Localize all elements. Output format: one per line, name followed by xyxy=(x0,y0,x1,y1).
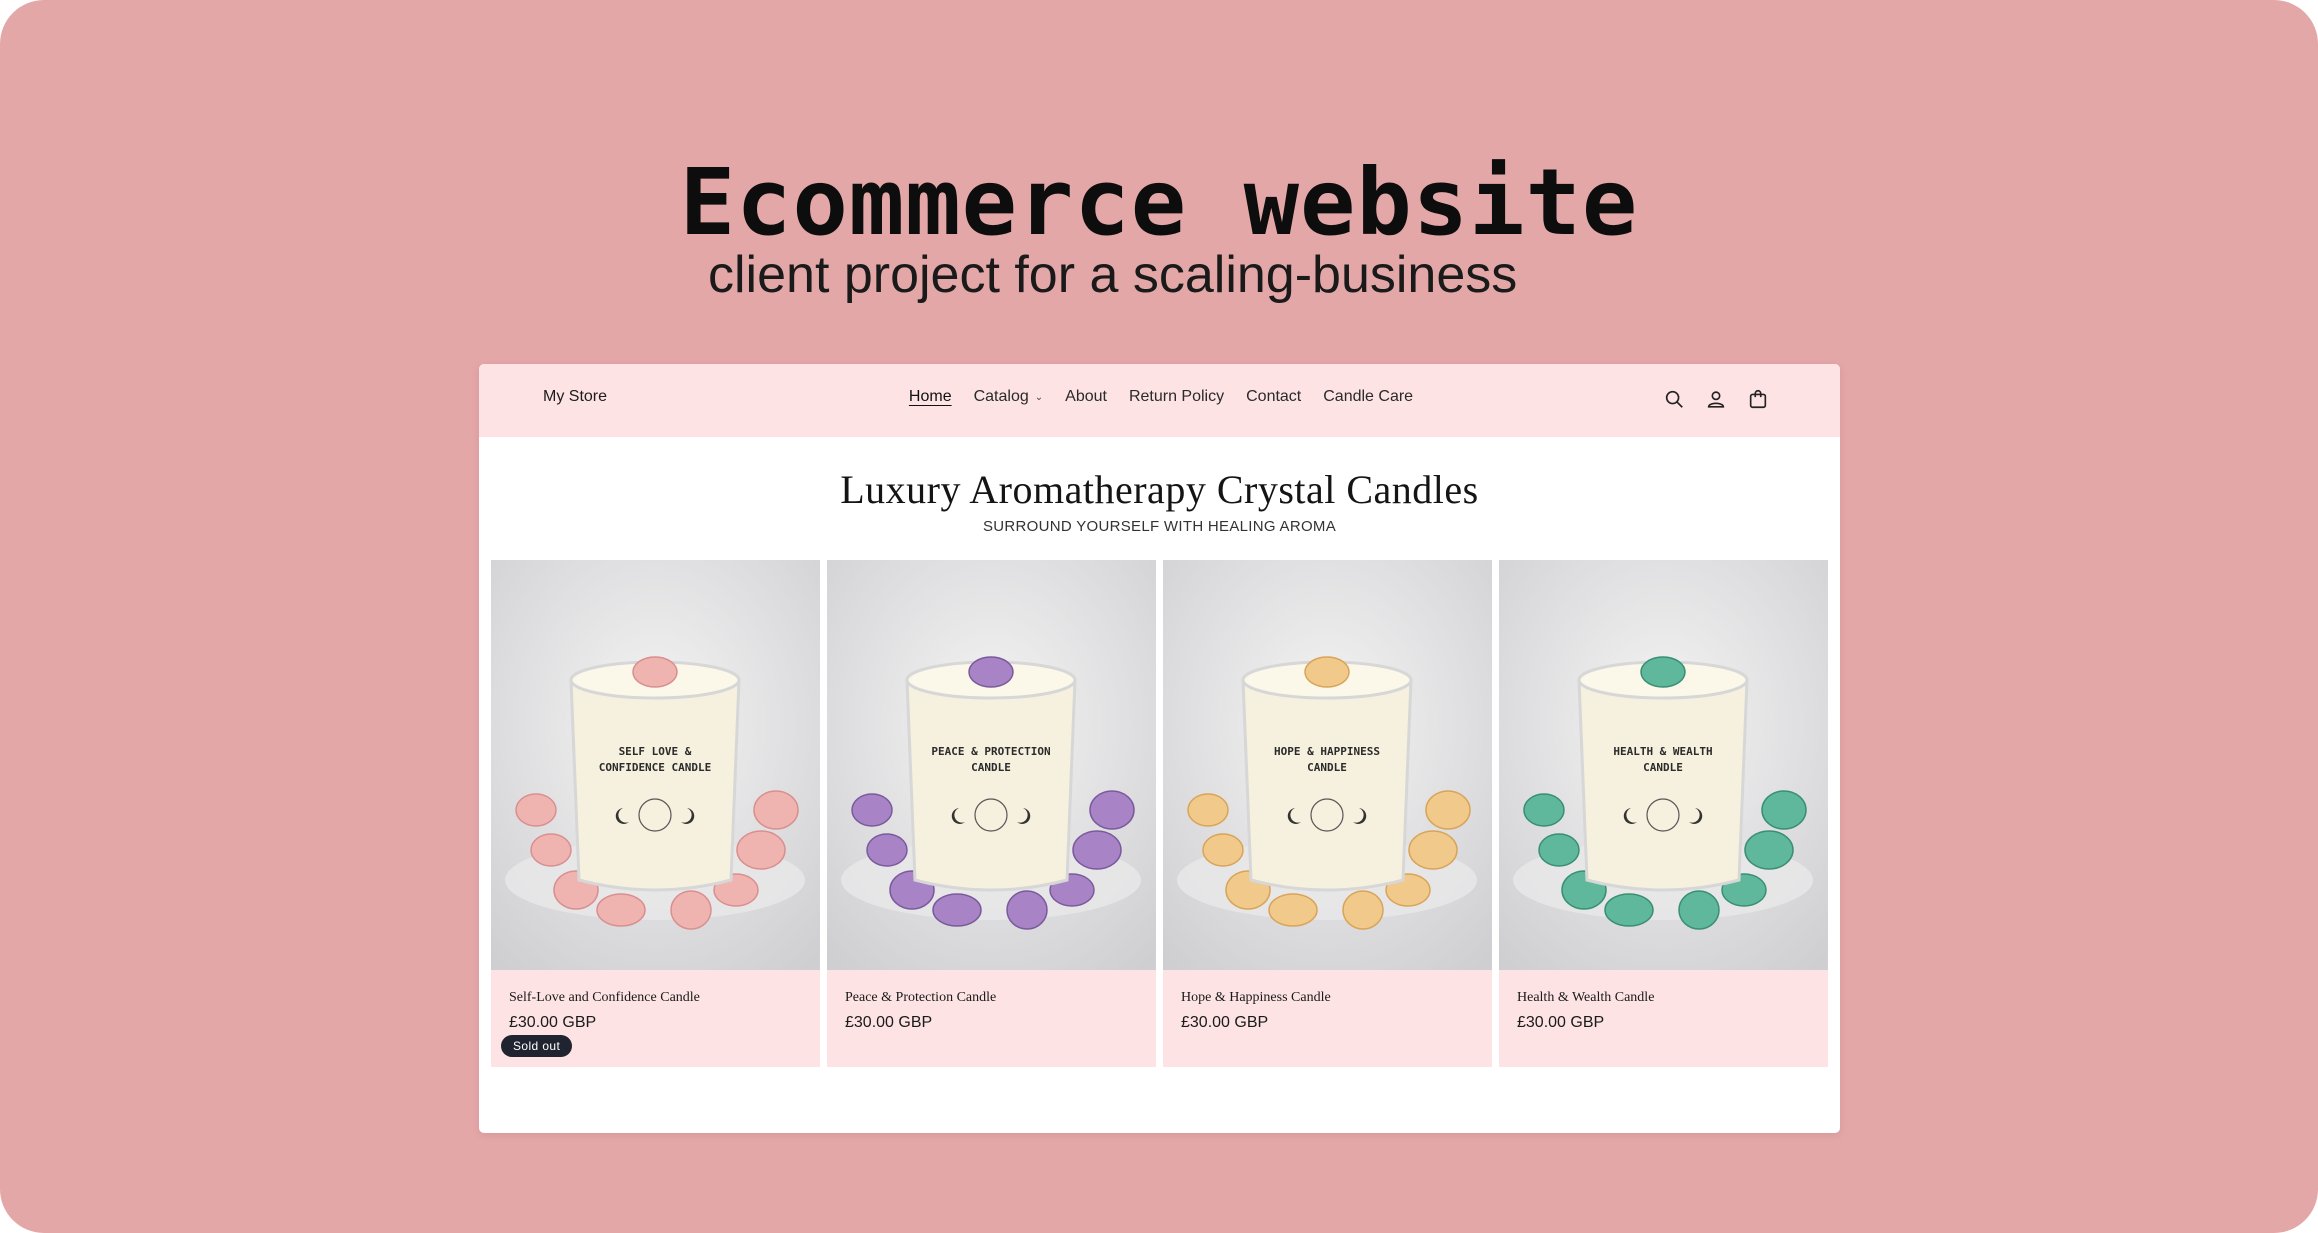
top-crystal xyxy=(1304,656,1350,688)
jar-label-text: CANDLE xyxy=(1307,761,1347,774)
cart-icon[interactable] xyxy=(1744,385,1772,413)
crystal-stone xyxy=(1538,833,1580,867)
crystal-stone xyxy=(1072,830,1122,870)
search-icon[interactable] xyxy=(1660,385,1688,413)
crystal-stone xyxy=(530,833,572,867)
top-crystal xyxy=(632,656,678,688)
crystal-stone xyxy=(736,830,786,870)
store-logo-link[interactable]: My Store xyxy=(543,388,607,406)
product-card[interactable]: HEALTH & WEALTH CANDLE Health & Wealth Ca… xyxy=(1499,560,1828,1067)
collection-subtitle: SURROUND YOURSELF WITH HEALING AROMA xyxy=(982,518,1337,535)
crystal-stone xyxy=(1604,893,1654,927)
product-image[interactable]: HOPE & HAPPINESS CANDLE xyxy=(1163,560,1492,970)
crystal-stone xyxy=(515,793,557,827)
nav-candle-care[interactable]: Candle Care xyxy=(1312,386,1424,408)
top-crystal xyxy=(1640,656,1686,688)
candle-photo: HEALTH & WEALTH CANDLE xyxy=(1499,560,1828,970)
product-image[interactable]: PEACE & PROTECTION CANDLE xyxy=(827,560,1156,970)
candle-jar xyxy=(1577,678,1749,892)
candle-jar xyxy=(569,678,741,892)
product-card[interactable]: SELF LOVE & CONFIDENCE CANDLE Sold out Se… xyxy=(491,560,820,1067)
crystal-stone xyxy=(1006,890,1048,930)
product-price: £30.00 GBP xyxy=(1517,1014,1605,1031)
nav-catalog-label: Catalog xyxy=(973,388,1029,405)
crystal-stone xyxy=(866,833,908,867)
nav-contact-label: Contact xyxy=(1246,388,1302,405)
crystal-stone xyxy=(932,893,982,927)
jar-label-text: HOPE & HAPPINESS xyxy=(1274,745,1380,758)
crystal-stone xyxy=(1744,830,1794,870)
crystal-stone xyxy=(1342,890,1384,930)
hero-subtitle: client project for a scaling-business xyxy=(708,246,1518,304)
nav-home-label: Home xyxy=(908,388,952,405)
nav-candle-care-label: Candle Care xyxy=(1323,388,1414,405)
crystal-stone xyxy=(1089,790,1135,830)
collection-title: Luxury Aromatherapy Crystal Candles xyxy=(840,467,1479,512)
crystal-stone xyxy=(1268,893,1318,927)
crystal-stone xyxy=(596,893,646,927)
crystal-stone xyxy=(1187,793,1229,827)
product-name[interactable]: Health & Wealth Candle xyxy=(1517,990,1654,1006)
product-name[interactable]: Peace & Protection Candle xyxy=(845,990,996,1006)
main-navigation: Home Catalog ⌄ About Return Policy Contac… xyxy=(871,386,1451,408)
candle-jar xyxy=(905,678,1077,892)
top-crystal xyxy=(968,656,1014,688)
account-icon[interactable] xyxy=(1702,385,1730,413)
product-name[interactable]: Self-Love and Confidence Candle xyxy=(509,990,700,1006)
crystal-stone xyxy=(1425,790,1471,830)
nav-home[interactable]: Home xyxy=(898,386,963,408)
jar-label-text: CANDLE xyxy=(971,761,1011,774)
product-image[interactable]: HEALTH & WEALTH CANDLE xyxy=(1499,560,1828,970)
product-card[interactable]: PEACE & PROTECTION CANDLE Peace & Protect… xyxy=(827,560,1156,1067)
product-price: £30.00 GBP xyxy=(1181,1014,1269,1031)
chevron-down-icon: ⌄ xyxy=(1034,391,1044,403)
header-icons xyxy=(1660,385,1772,413)
crystal-stone xyxy=(1761,790,1807,830)
candle-photo: SELF LOVE & CONFIDENCE CANDLE xyxy=(491,560,820,970)
crystal-stone xyxy=(1523,793,1565,827)
candle-photo: HOPE & HAPPINESS CANDLE xyxy=(1163,560,1492,970)
candle-jar xyxy=(1241,678,1413,892)
product-card[interactable]: HOPE & HAPPINESS CANDLE Hope & Happiness … xyxy=(1163,560,1492,1067)
jar-label-text: PEACE & PROTECTION xyxy=(931,745,1050,758)
candle-photo: PEACE & PROTECTION CANDLE xyxy=(827,560,1156,970)
crystal-stone xyxy=(1408,830,1458,870)
jar-label-text: SELF LOVE & xyxy=(619,745,692,758)
storefront-window: My Store Home Catalog ⌄ About Return Poli… xyxy=(479,364,1840,1133)
jar-label-text: HEALTH & WEALTH xyxy=(1613,745,1712,758)
product-price: £30.00 GBP xyxy=(845,1014,933,1031)
product-price: £30.00 GBP xyxy=(509,1014,597,1031)
product-grid: SELF LOVE & CONFIDENCE CANDLE Sold out Se… xyxy=(491,560,1828,1067)
crystal-stone xyxy=(670,890,712,930)
nav-return-policy[interactable]: Return Policy xyxy=(1118,386,1235,408)
crystal-stone xyxy=(1202,833,1244,867)
product-image[interactable]: SELF LOVE & CONFIDENCE CANDLE xyxy=(491,560,820,970)
crystal-stone xyxy=(851,793,893,827)
nav-about-label: About xyxy=(1065,388,1107,405)
product-name[interactable]: Hope & Happiness Candle xyxy=(1181,990,1331,1006)
site-header: My Store Home Catalog ⌄ About Return Poli… xyxy=(479,364,1840,437)
nav-catalog[interactable]: Catalog ⌄ xyxy=(963,386,1055,408)
nav-return-policy-label: Return Policy xyxy=(1128,388,1225,405)
crystal-stone xyxy=(1678,890,1720,930)
presentation-backdrop: Ecommerce website client project for a s… xyxy=(0,0,2318,1233)
nav-contact[interactable]: Contact xyxy=(1235,386,1312,408)
jar-label-text: CANDLE xyxy=(1643,761,1683,774)
nav-about[interactable]: About xyxy=(1054,386,1118,408)
sold-out-badge: Sold out xyxy=(501,1035,573,1057)
jar-label-text: CONFIDENCE CANDLE xyxy=(599,761,712,774)
crystal-stone xyxy=(753,790,799,830)
